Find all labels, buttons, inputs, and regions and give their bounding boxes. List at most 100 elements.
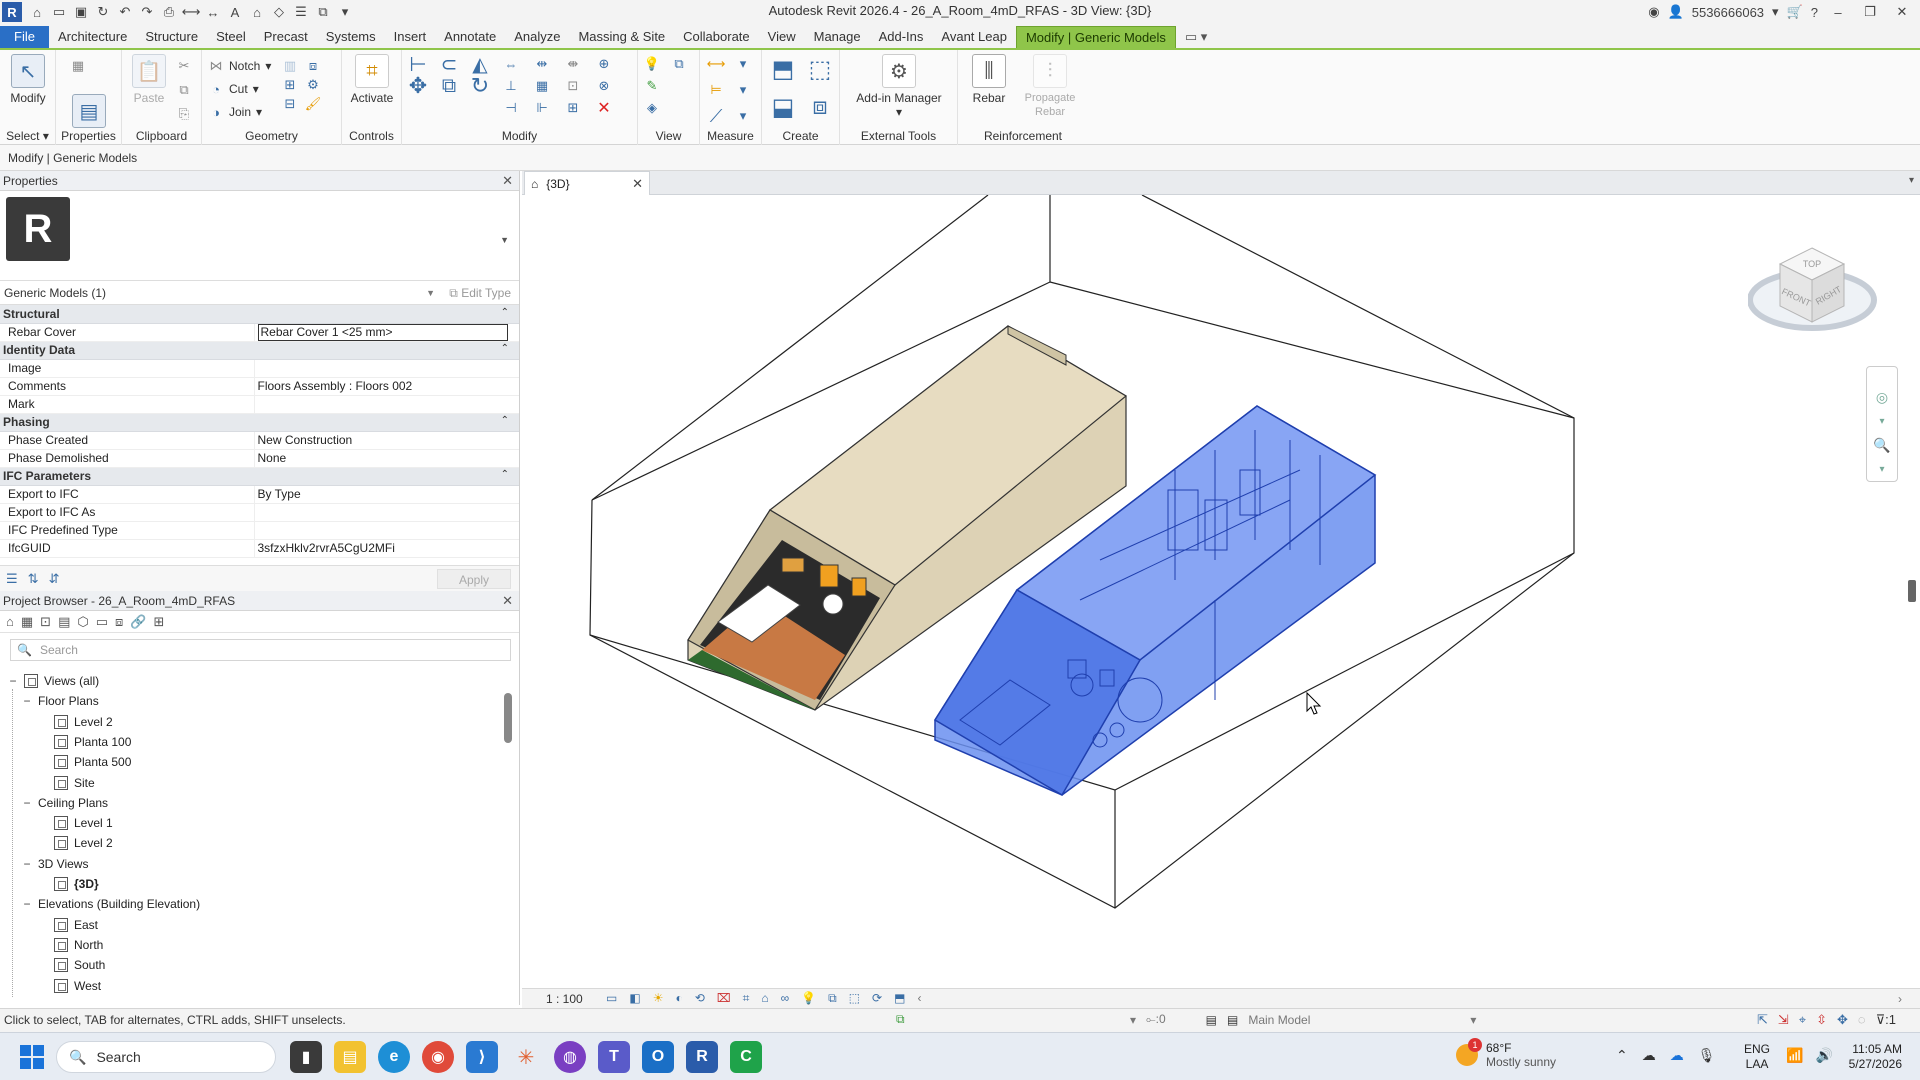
group-ifc-parameters[interactable]: IFC Parameters ⌃ xyxy=(0,467,519,486)
collapse-icon[interactable]: − xyxy=(22,894,32,914)
tab-systems[interactable]: Systems xyxy=(317,26,385,48)
assembly-icon[interactable]: ⊞ xyxy=(153,614,164,630)
collapse-icon[interactable]: − xyxy=(22,996,32,997)
type-properties-icon[interactable]: ▦ xyxy=(70,56,86,76)
onedrive-icon[interactable]: ☁ xyxy=(1670,1047,1684,1064)
outlook-icon[interactable]: O xyxy=(642,1041,674,1073)
sort-desc-icon[interactable]: ⇵ xyxy=(49,571,60,587)
split-face-icon[interactable]: ▥ xyxy=(282,58,298,74)
tab-manage[interactable]: Manage xyxy=(805,26,870,48)
filter-dropdown-icon[interactable]: ▼ xyxy=(426,281,435,305)
editable-only-icon[interactable]: ▤ xyxy=(1227,1013,1238,1027)
language-indicator[interactable]: ENG LAA xyxy=(1744,1042,1770,1072)
minimize-button[interactable]: – xyxy=(1826,5,1850,20)
group-structural[interactable]: Structural ⌃ xyxy=(0,305,519,324)
measure-icon[interactable]: ⟷ xyxy=(182,3,201,21)
tab-view[interactable]: View xyxy=(759,26,805,48)
sheet-icon[interactable]: ▭ xyxy=(96,614,108,630)
trim-extend-icon[interactable]: ⊣ xyxy=(503,100,519,116)
weather-widget[interactable]: 1 68°F Mostly sunny xyxy=(1456,1038,1556,1069)
schedule-icon[interactable]: ▤ xyxy=(58,614,70,630)
redo-icon[interactable]: ↷ xyxy=(138,3,156,21)
temporary-hide-icon[interactable]: ∞ xyxy=(781,991,790,1006)
undo-icon[interactable]: ↶ xyxy=(116,3,134,21)
collapse-icon[interactable]: − xyxy=(22,793,32,813)
taskbar-search[interactable]: 🔍 Search xyxy=(56,1041,276,1073)
collapse-icon[interactable]: − xyxy=(22,854,32,874)
home-icon[interactable]: ⌂ xyxy=(28,3,46,21)
user-dropdown-icon[interactable]: ▾ xyxy=(1772,4,1779,20)
match-type-button[interactable]: ⎘ xyxy=(176,104,192,124)
instance-filter[interactable]: Generic Models (1) ▼ ⧉ Edit Type xyxy=(0,281,519,305)
element-icon[interactable]: ⧉ xyxy=(896,1012,905,1027)
task-view-icon[interactable]: ▮ xyxy=(290,1041,322,1073)
measure-between-icon[interactable]: ⟷ xyxy=(707,56,726,72)
cut-button[interactable]: ◔ Cut ▾ xyxy=(208,79,259,99)
file-explorer-icon[interactable]: ▤ xyxy=(334,1041,366,1073)
open-folder-icon[interactable]: ▭ xyxy=(50,3,68,21)
project-browser-search[interactable]: 🔍 Search xyxy=(10,639,511,661)
export-to-ifc-field[interactable]: By Type xyxy=(253,485,519,504)
pin-icon[interactable]: ⊗ xyxy=(596,78,612,94)
ribbon-toggle-icon[interactable]: ▭ ▾ xyxy=(1176,26,1216,48)
tree-root[interactable]: − Views (all) xyxy=(8,671,99,691)
reveal-constraints-icon[interactable]: ⟳ xyxy=(872,991,882,1006)
rebar-button[interactable]: ⫼ Rebar xyxy=(962,54,1016,105)
render-icon[interactable]: ⟲ xyxy=(695,991,705,1006)
phase-demolished-field[interactable]: None xyxy=(253,449,519,468)
viewcube-top-label[interactable]: TOP xyxy=(1803,259,1821,269)
section-icon[interactable]: ◇ xyxy=(270,3,288,21)
categorized-icon[interactable]: ☰ xyxy=(6,571,18,587)
home-icon[interactable]: ⌂ xyxy=(6,614,14,629)
teams-icon[interactable]: T xyxy=(598,1041,630,1073)
tree-view-item[interactable]: West xyxy=(54,976,101,996)
move-icon[interactable]: ✥ xyxy=(409,73,427,98)
create-assembly-icon[interactable]: ⬒ xyxy=(768,54,798,84)
sync-icon[interactable]: ↻ xyxy=(94,3,112,21)
tab-analyze[interactable]: Analyze xyxy=(505,26,569,48)
tab-steel[interactable]: Steel xyxy=(207,26,255,48)
tab-structure[interactable]: Structure xyxy=(136,26,207,48)
copy-button[interactable]: ⧉ xyxy=(176,80,192,100)
project-browser-close-icon[interactable]: ✕ xyxy=(502,591,513,611)
reveal-hidden-icon[interactable]: 💡 xyxy=(801,991,816,1006)
tree-view-item[interactable]: Level 2 xyxy=(54,833,113,853)
select-pinned-icon[interactable]: ⌖ xyxy=(1799,1012,1806,1028)
tree-view-item[interactable]: Planta 100 xyxy=(54,732,131,752)
tab-3d-view[interactable]: ⌂ {3D} ✕ xyxy=(524,171,650,195)
rotate-icon[interactable]: ↻ xyxy=(471,73,489,98)
split-gap-icon[interactable]: ⇼ xyxy=(565,56,581,72)
clock[interactable]: 11:05 AM 5/27/2026 xyxy=(1844,1042,1902,1072)
scroll-left-icon[interactable]: ‹ xyxy=(917,991,921,1006)
background-processes-icon[interactable]: ◌ xyxy=(1858,1012,1866,1028)
beam-joins-icon[interactable]: ⊞ xyxy=(282,77,298,93)
switch-windows-icon[interactable]: ⧉ xyxy=(314,3,332,21)
edge-icon[interactable]: e xyxy=(378,1041,410,1073)
analytical-model-icon[interactable]: ⬒ xyxy=(894,991,905,1006)
scrollbar-thumb[interactable] xyxy=(504,693,512,743)
project-browser-scrollbar[interactable] xyxy=(503,675,513,995)
save-icon[interactable]: ▣ xyxy=(72,3,90,21)
tree-view-item[interactable]: Level 1 xyxy=(54,813,113,833)
selection-box-icon[interactable]: ◈ xyxy=(644,100,660,116)
elevation-icon[interactable]: ⊡ xyxy=(40,614,51,630)
camtasia-icon[interactable]: C xyxy=(730,1041,762,1073)
link-icon[interactable]: 🔗 xyxy=(130,614,146,630)
delete-icon-gray[interactable]: ⊞ xyxy=(565,100,581,116)
crop-view-icon[interactable]: ⌧ xyxy=(717,991,731,1006)
tab-annotate[interactable]: Annotate xyxy=(435,26,505,48)
split-icon[interactable]: ⇹ xyxy=(534,56,550,72)
hide-in-view-icon[interactable]: 💡 xyxy=(644,56,660,72)
paste-button[interactable]: 📋 Paste xyxy=(122,54,176,105)
3d-view-canvas[interactable] xyxy=(522,194,1920,992)
close-tab-icon[interactable]: ✕ xyxy=(632,176,643,192)
show-crop-icon[interactable]: ⌗ xyxy=(743,991,750,1006)
aligned-dimension-icon[interactable]: ⊨ xyxy=(708,82,724,98)
paint-icon[interactable]: ⚙ xyxy=(305,77,321,93)
worksets-dropdown[interactable]: ▾ xyxy=(1130,1013,1136,1027)
select-dropdown[interactable]: Select ▾ xyxy=(0,129,55,143)
microphone-icon[interactable]: 🎙 xyxy=(1698,1047,1716,1064)
tree-view-item[interactable]: {3D} xyxy=(54,874,99,894)
revit-logo-icon[interactable]: R xyxy=(2,2,22,22)
group-identity-data[interactable]: Identity Data ⌃ xyxy=(0,341,519,360)
